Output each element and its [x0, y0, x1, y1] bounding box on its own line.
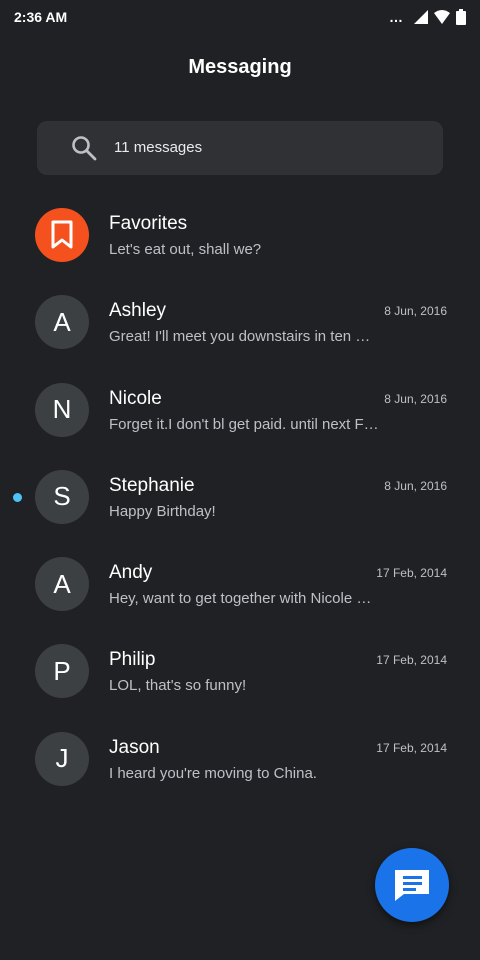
conversation-item-favorites[interactable]: Favorites Let's eat out, shall we?	[0, 190, 480, 277]
conversation-item-ashley[interactable]: A Ashley 8 Jun, 2016 Great! I'll meet yo…	[0, 277, 480, 364]
conversation-date: 8 Jun, 2016	[384, 478, 447, 493]
conversation-date: 8 Jun, 2016	[384, 304, 447, 319]
conversation-snippet: Let's eat out, shall we?	[109, 241, 262, 258]
avatar: A	[35, 295, 89, 350]
conversation-item-philip[interactable]: P Philip 17 Feb, 2014 LOL, that's so fun…	[0, 626, 480, 713]
avatar: J	[35, 731, 89, 786]
wifi-icon	[434, 10, 450, 24]
conversation-name: Andy	[109, 562, 153, 584]
conversation-name: Nicole	[109, 387, 162, 409]
conversation-name: Jason	[109, 736, 160, 758]
conversation-date: 17 Feb, 2014	[376, 566, 447, 581]
search-summary: 11 messages	[114, 139, 203, 156]
bookmark-icon	[51, 220, 73, 249]
conversation-item-nicole[interactable]: N Nicole 8 Jun, 2016 Forget it.I don't b…	[0, 365, 480, 452]
battery-icon	[456, 9, 466, 25]
conversation-item-jason[interactable]: J Jason 17 Feb, 2014 I heard you're movi…	[0, 714, 480, 801]
search-icon	[72, 136, 97, 161]
avatar: A	[35, 557, 89, 612]
conversation-item-stephanie[interactable]: S Stephanie 8 Jun, 2016 Happy Birthday!	[0, 452, 480, 539]
avatar: P	[35, 644, 89, 699]
conversation-snippet: Great! I'll meet you downstairs in ten …	[109, 328, 371, 346]
notification-dots-icon: …	[389, 9, 404, 25]
conversation-name: Ashley	[109, 300, 167, 322]
conversation-list: Favorites Let's eat out, shall we? A Ash…	[0, 190, 480, 801]
conversation-snippet: Happy Birthday!	[109, 502, 216, 520]
conversation-date: 8 Jun, 2016	[384, 391, 447, 406]
conversation-name: Philip	[109, 649, 156, 671]
status-bar: 2:36 AM …	[0, 0, 480, 34]
conversation-date: 17 Feb, 2014	[376, 653, 447, 668]
conversation-name: Stephanie	[109, 474, 195, 496]
conversation-date: 17 Feb, 2014	[376, 740, 447, 755]
conversation-name: Favorites	[109, 213, 188, 234]
conversation-snippet: Hey, want to get together with Nicole …	[109, 590, 372, 608]
avatar: N	[35, 382, 89, 437]
conversation-item-andy[interactable]: A Andy 17 Feb, 2014 Hey, want to get tog…	[0, 539, 480, 626]
conversation-snippet: LOL, that's so funny!	[109, 677, 247, 695]
new-message-icon	[395, 870, 429, 901]
page-title: Messaging	[188, 56, 292, 78]
status-icons: …	[389, 9, 466, 25]
signal-icon	[414, 10, 428, 24]
avatar: S	[35, 469, 89, 524]
avatar	[35, 208, 89, 262]
unread-indicator	[13, 492, 22, 502]
status-time: 2:36 AM	[14, 9, 68, 25]
start-chat-button[interactable]	[375, 848, 449, 922]
search-bar[interactable]: 11 messages	[37, 121, 443, 175]
conversation-snippet: Forget it.I don't bl get paid. until nex…	[109, 415, 379, 433]
conversation-snippet: I heard you're moving to China.	[109, 764, 317, 782]
